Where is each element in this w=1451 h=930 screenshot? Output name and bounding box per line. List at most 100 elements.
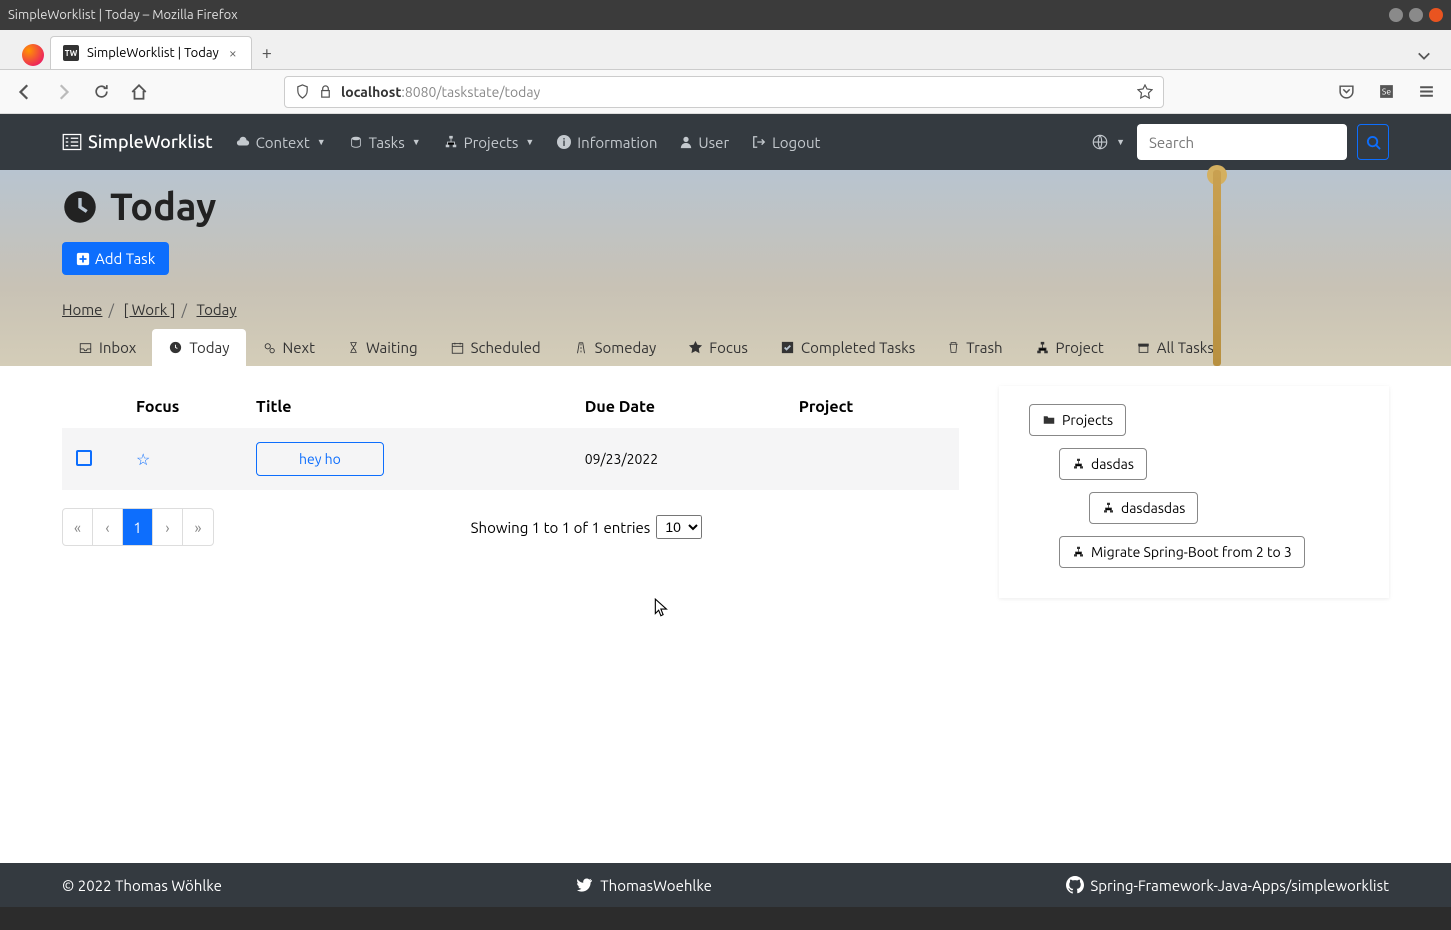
- footer-github-link[interactable]: Spring-Framework-Java-Apps/simpleworklis…: [1066, 876, 1389, 894]
- page-first[interactable]: «: [63, 509, 93, 545]
- tab-completed[interactable]: Completed Tasks: [764, 329, 931, 366]
- nav-user[interactable]: User: [669, 126, 739, 159]
- svg-text:Se: Se: [1381, 87, 1390, 97]
- window-minimize-button[interactable]: [1389, 8, 1403, 22]
- page-prev[interactable]: ‹: [93, 509, 123, 545]
- window-close-button[interactable]: [1429, 8, 1443, 22]
- user-icon: [679, 134, 693, 150]
- breadcrumb: Home/ [ Work ]/ Today: [62, 301, 1389, 318]
- clock-icon: [62, 189, 98, 225]
- col-title: Title: [242, 386, 571, 428]
- bookmark-star-icon[interactable]: [1137, 84, 1153, 100]
- tab-someday[interactable]: Someday: [557, 329, 673, 366]
- nav-context[interactable]: Context▼: [225, 126, 336, 159]
- col-due: Due Date: [571, 386, 785, 428]
- breadcrumb-current[interactable]: Today: [196, 301, 236, 318]
- database-icon: [348, 135, 364, 149]
- cogs-icon: [262, 341, 277, 355]
- inbox-icon: [78, 341, 93, 355]
- window-maximize-button[interactable]: [1409, 8, 1423, 22]
- tab-inbox[interactable]: Inbox: [62, 329, 152, 366]
- check-square-icon: [780, 340, 795, 355]
- tab-title: SimpleWorklist | Today: [87, 46, 219, 60]
- tab-scheduled[interactable]: Scheduled: [434, 329, 557, 366]
- home-button[interactable]: [126, 79, 152, 105]
- task-table: Focus Title Due Date Project ☆ hey ho 09…: [62, 386, 959, 490]
- task-title-link[interactable]: hey ho: [256, 442, 384, 476]
- nav-logout[interactable]: Logout: [741, 126, 830, 159]
- nav-tasks[interactable]: Tasks▼: [338, 126, 431, 159]
- sitemap-icon: [443, 135, 459, 149]
- trash-icon: [947, 340, 960, 355]
- reload-button[interactable]: [88, 79, 114, 105]
- page-last[interactable]: »: [183, 509, 213, 545]
- focus-star-icon[interactable]: ☆: [136, 451, 150, 469]
- page-title: Today: [62, 186, 1389, 228]
- task-checkbox[interactable]: [76, 450, 92, 466]
- back-button[interactable]: [12, 79, 38, 105]
- tab-close-button[interactable]: ×: [227, 45, 239, 61]
- col-project: Project: [785, 386, 959, 428]
- tabs-dropdown-button[interactable]: [1407, 43, 1441, 69]
- tab-today[interactable]: Today: [152, 329, 245, 366]
- breadcrumb-home[interactable]: Home: [62, 301, 102, 318]
- twitter-icon: [576, 877, 594, 893]
- nav-language[interactable]: ▼: [1081, 125, 1135, 159]
- col-focus: Focus: [122, 386, 242, 428]
- breadcrumb-context[interactable]: [ Work ]: [123, 301, 175, 318]
- projects-root-button[interactable]: Projects: [1029, 404, 1126, 436]
- entries-text: Showing 1 to 1 of 1 entries: [471, 519, 651, 536]
- star-icon: [688, 340, 703, 355]
- cloud-icon: [235, 135, 251, 149]
- browser-tabbar: TW SimpleWorklist | Today × +: [0, 30, 1451, 70]
- plus-icon: [76, 252, 90, 266]
- task-project: [785, 428, 959, 490]
- page-current[interactable]: 1: [123, 509, 153, 545]
- list-icon: [62, 132, 82, 152]
- tab-all[interactable]: All Tasks: [1120, 329, 1230, 366]
- globe-icon: [1091, 133, 1109, 151]
- tab-project[interactable]: Project: [1019, 329, 1120, 366]
- tab-waiting[interactable]: Waiting: [331, 329, 434, 366]
- brand[interactable]: SimpleWorklist: [62, 132, 213, 152]
- add-task-button[interactable]: Add Task: [62, 242, 169, 275]
- url-bar[interactable]: localhost:8080/taskstate/today: [284, 76, 1164, 108]
- hamburger-menu-button[interactable]: [1413, 79, 1439, 105]
- logout-icon: [751, 135, 767, 149]
- search-input[interactable]: Search: [1137, 124, 1347, 160]
- shield-icon: [295, 84, 310, 99]
- search-icon: [1366, 135, 1381, 150]
- search-button[interactable]: [1357, 124, 1389, 160]
- app-footer: © 2022 Thomas Wöhlke ThomasWoehlke Sprin…: [0, 863, 1451, 907]
- browser-tab[interactable]: TW SimpleWorklist | Today ×: [50, 36, 252, 69]
- new-tab-button[interactable]: +: [252, 37, 282, 69]
- pagination: « ‹ 1 › »: [62, 508, 214, 546]
- nav-information[interactable]: iInformation: [546, 126, 667, 159]
- tab-focus[interactable]: Focus: [672, 329, 764, 366]
- nav-projects[interactable]: Projects▼: [433, 126, 545, 159]
- github-icon: [1066, 876, 1084, 894]
- lock-icon: [318, 84, 333, 99]
- pocket-button[interactable]: [1333, 79, 1359, 105]
- tab-trash[interactable]: Trash: [931, 329, 1018, 366]
- sitemap-icon: [1072, 458, 1085, 470]
- folder-open-icon: [1042, 414, 1056, 426]
- extension-button[interactable]: Se: [1373, 79, 1399, 105]
- clock-icon: [168, 340, 183, 355]
- footer-copyright: © 2022 Thomas Wöhlke: [62, 877, 222, 894]
- project-item[interactable]: Migrate Spring-Boot from 2 to 3: [1059, 536, 1305, 568]
- firefox-icon: [22, 44, 44, 66]
- forward-button[interactable]: [50, 79, 76, 105]
- window-title: SimpleWorklist | Today – Mozilla Firefox: [8, 8, 1389, 22]
- archive-icon: [1136, 341, 1151, 355]
- project-item[interactable]: dasdasdas: [1089, 492, 1198, 524]
- state-tabs: Inbox Today Next Waiting Scheduled Somed…: [0, 329, 1451, 366]
- sitemap-icon: [1035, 341, 1050, 355]
- svg-text:i: i: [563, 137, 566, 148]
- tab-next[interactable]: Next: [246, 329, 331, 366]
- hourglass-icon: [347, 340, 360, 355]
- project-item[interactable]: dasdas: [1059, 448, 1147, 480]
- page-next[interactable]: ›: [153, 509, 183, 545]
- page-size-select[interactable]: 10: [656, 515, 702, 539]
- footer-twitter-link[interactable]: ThomasWoehlke: [576, 877, 712, 894]
